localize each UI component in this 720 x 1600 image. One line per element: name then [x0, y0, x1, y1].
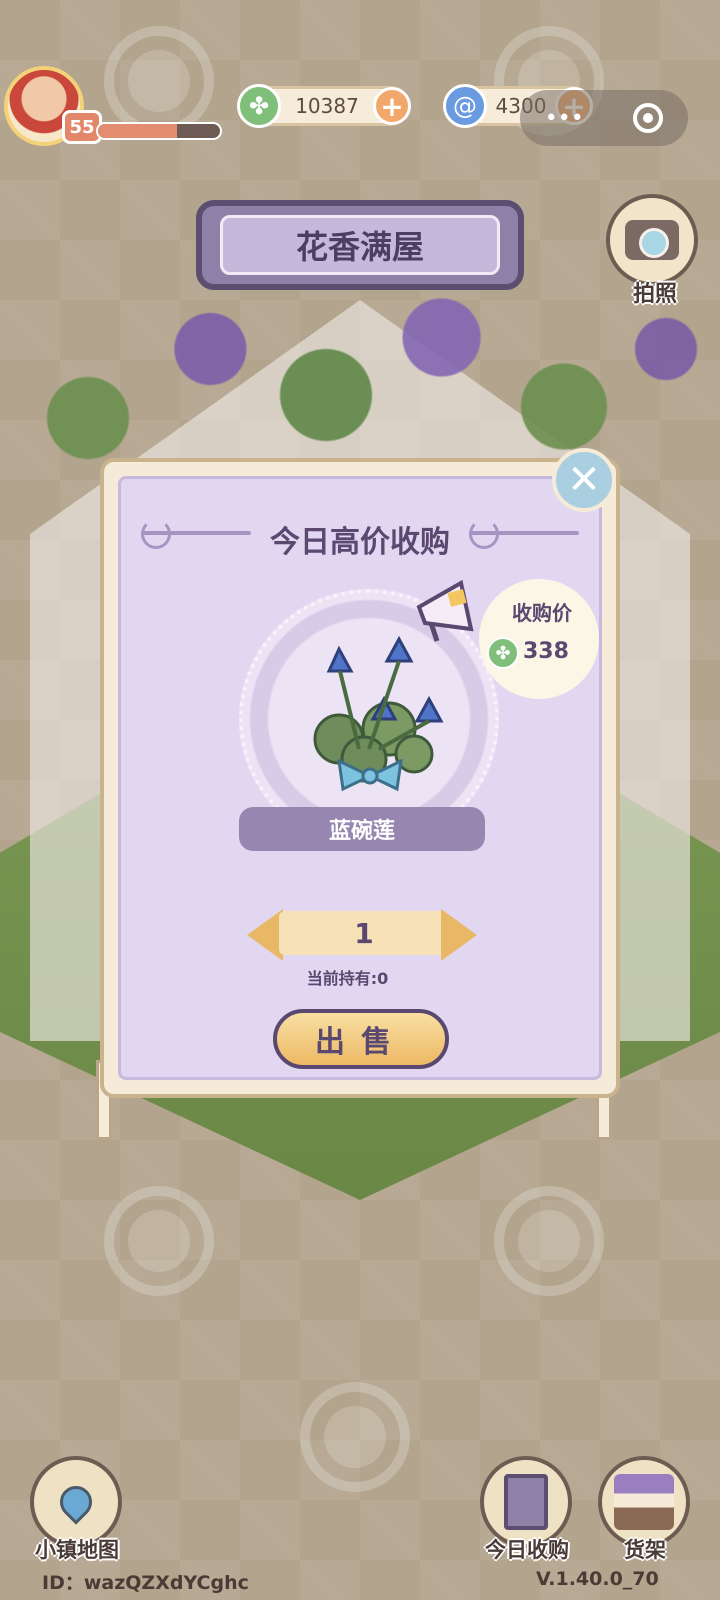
shop-sign: 花香满屋 [196, 200, 524, 290]
player-id: ID：wazQZXdYCghc [42, 1572, 249, 1594]
price-value: 338 [523, 639, 569, 664]
camera-button[interactable] [606, 194, 698, 286]
sell-button[interactable]: 出售 [273, 1009, 449, 1069]
daily-purchase-label: 今日收购 [485, 1538, 569, 1562]
ribbon-bow-icon [337, 759, 403, 792]
town-map-label: 小镇地图 [35, 1538, 119, 1562]
increase-quantity-button[interactable] [441, 909, 477, 961]
add-clover-button[interactable]: + [373, 87, 411, 125]
price-label: 收购价 [512, 601, 572, 625]
version-label: V.1.40.0_70 [536, 1568, 659, 1590]
clover-amount: 10387 [295, 94, 359, 118]
map-pin-icon [53, 1479, 99, 1525]
decrease-quantity-button[interactable] [247, 909, 283, 961]
item-name: 蓝碗莲 [239, 807, 485, 851]
megaphone-icon [416, 579, 474, 642]
quantity-value: 1 [279, 911, 449, 955]
shelf-label: 货架 [624, 1538, 666, 1562]
held-count: 当前持有:0 [306, 969, 389, 988]
shop-stall-icon [614, 1474, 674, 1530]
sun-decoration [104, 1186, 214, 1296]
camera-label: 拍照 [632, 282, 677, 307]
sun-decoration [494, 1186, 604, 1296]
mini-program-capsule: ••• [520, 90, 688, 146]
dialog-title: 今日高价收购 [270, 525, 450, 560]
sun-decoration [300, 1382, 410, 1492]
close-dialog-button[interactable]: ✕ [552, 448, 616, 512]
clover-currency: ✤ 10387 + [237, 84, 411, 128]
clover-icon: ✤ [487, 637, 519, 669]
dialog-panel: 今日高价收购 收购价 ✤ 338 蓝碗莲 1 当前持有:0 出售 [118, 476, 602, 1080]
camera-icon [625, 220, 679, 260]
sun-decoration [104, 26, 214, 136]
purchase-dialog: 今日高价收购 收购价 ✤ 338 蓝碗莲 1 当前持有:0 出售 [100, 458, 620, 1098]
swirl-icon: @ [443, 84, 487, 128]
close-target-icon[interactable] [633, 103, 664, 133]
clover-icon: ✤ [237, 84, 281, 128]
xp-bar-fill [98, 124, 178, 138]
more-menu-button[interactable]: ••• [545, 106, 584, 131]
shop-name: 花香满屋 [220, 215, 500, 275]
purchase-board-icon [504, 1474, 548, 1530]
xp-bar [96, 122, 222, 140]
